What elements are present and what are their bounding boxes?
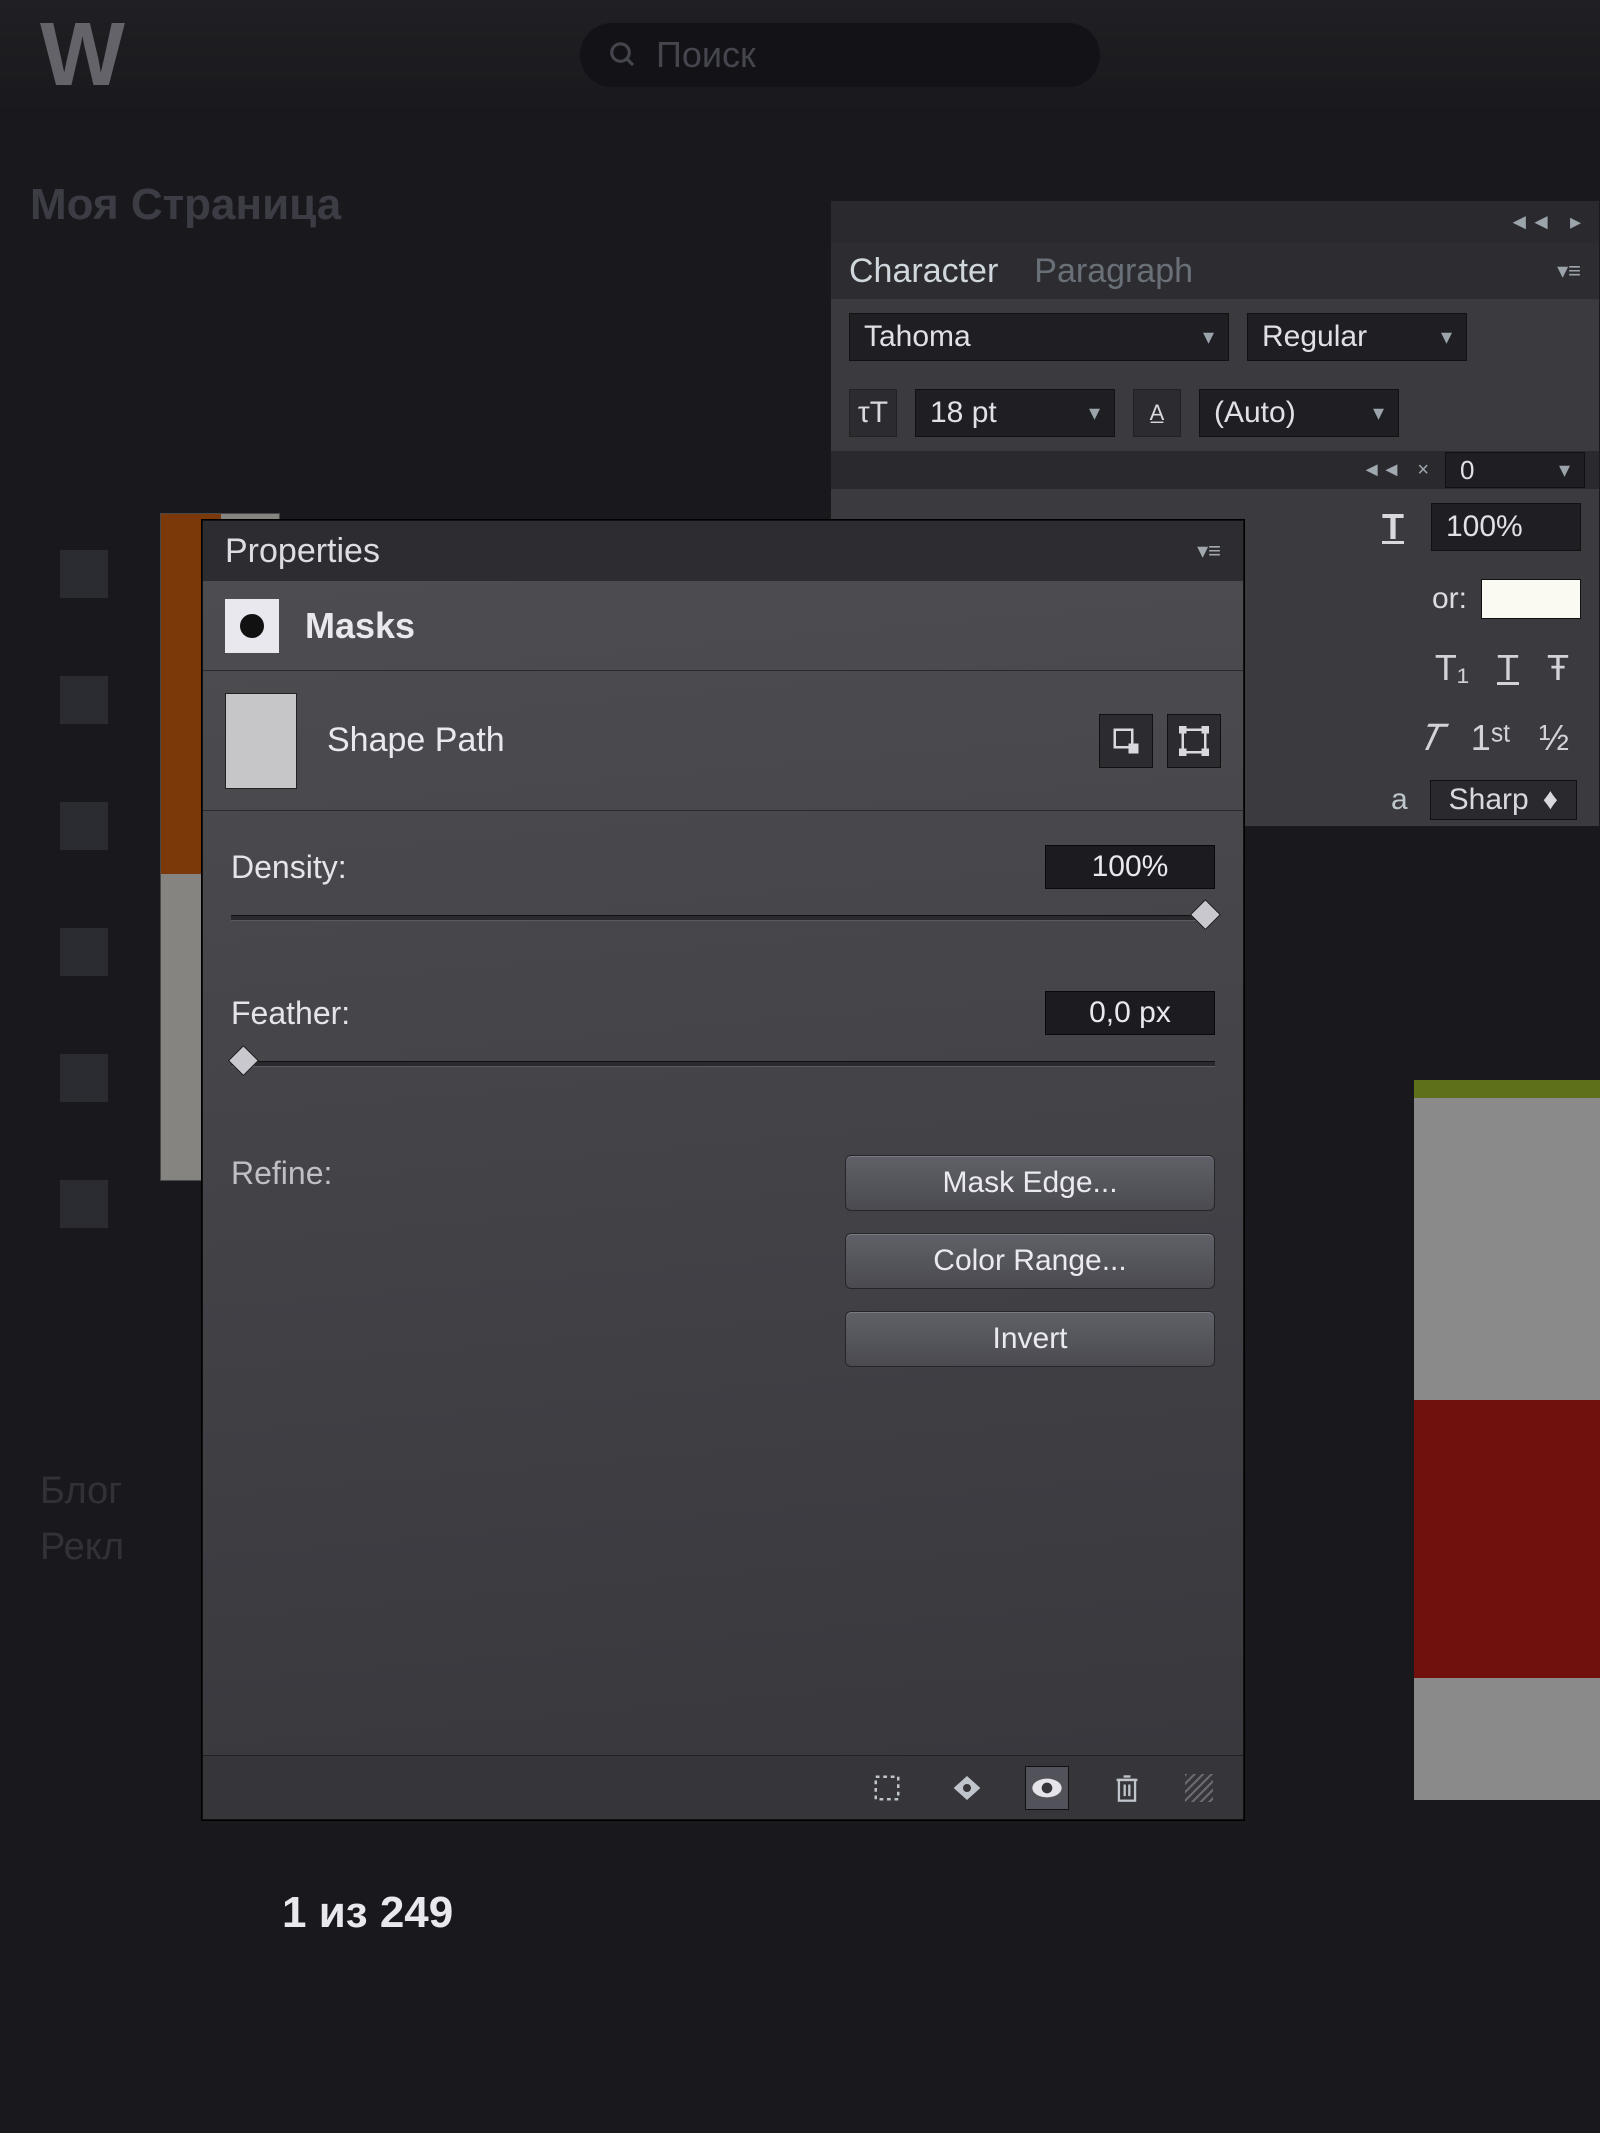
vk-icon-3[interactable] (60, 802, 108, 850)
vk-sidebar-icons (60, 550, 108, 1228)
refine-label: Refine: (231, 1155, 411, 1367)
aa-label: a (1391, 783, 1408, 817)
panel-close-icon[interactable]: ▸ (1570, 209, 1581, 235)
vk-search-bar[interactable]: Поиск (580, 23, 1100, 87)
density-label: Density: (231, 849, 347, 886)
tab-paragraph[interactable]: Paragraph (1034, 252, 1193, 291)
feather-value[interactable]: 0,0 px (1045, 991, 1215, 1035)
red-block (1414, 1400, 1600, 1678)
refine-section: Refine: Mask Edge... Color Range... Inve… (203, 1127, 1243, 1367)
font-style-select[interactable]: Regular (1247, 313, 1467, 361)
tracking-select[interactable]: 0 (1445, 452, 1585, 488)
mini-collapse-icon[interactable]: ◄◄ (1362, 459, 1402, 482)
chevron-updown-icon: ♦ (1543, 783, 1558, 817)
mask-edge-button[interactable]: Mask Edge... (845, 1155, 1215, 1211)
document-canvas-right (1414, 1080, 1600, 1800)
type-btn-italic[interactable]: 𝑇 (1420, 717, 1443, 760)
properties-flyout-icon[interactable]: ▾≡ (1197, 538, 1221, 564)
mini-close-icon[interactable]: × (1417, 459, 1429, 482)
invert-button[interactable]: Invert (845, 1311, 1215, 1367)
delete-mask-icon[interactable] (1105, 1766, 1149, 1810)
scale-field[interactable]: 100% (1431, 503, 1581, 551)
panel-collapse-icon[interactable]: ◄◄ (1508, 209, 1552, 235)
font-family-select[interactable]: Tahoma (849, 313, 1229, 361)
text-color-swatch[interactable] (1481, 579, 1581, 619)
search-icon (608, 40, 638, 70)
antialias-value: Sharp (1449, 783, 1529, 817)
leading-select[interactable]: (Auto) (1199, 389, 1399, 437)
type-btn-ordinal[interactable]: 1ˢᵗ (1471, 717, 1511, 760)
properties-title-label: Properties (225, 532, 380, 571)
type-btn-fraction[interactable]: ½ (1539, 717, 1569, 760)
color-label: or: (1432, 582, 1467, 616)
leading-icon: A̲ (1133, 389, 1181, 437)
vk-side-link-1[interactable]: Блог (40, 1470, 122, 1513)
vk-page-title: Моя Страница (30, 180, 341, 230)
tab-character[interactable]: Character (849, 252, 998, 291)
shape-path-label: Shape Path (327, 721, 505, 760)
mask-thumbnail-icon[interactable] (225, 599, 279, 653)
scale-value: 100% (1446, 510, 1523, 544)
color-range-button[interactable]: Color Range... (845, 1233, 1215, 1289)
font-style-value: Regular (1262, 320, 1367, 354)
vk-side-link-2[interactable]: Рекл (40, 1526, 124, 1569)
shape-swatch[interactable] (225, 693, 297, 789)
density-group: Density: 100% (203, 811, 1243, 941)
type-btn-3[interactable]: Ŧ (1547, 647, 1569, 689)
font-size-select[interactable]: 18 pt (915, 389, 1115, 437)
apply-mask-icon[interactable] (945, 1766, 989, 1810)
vk-icon-6[interactable] (60, 1180, 108, 1228)
vk-icon-5[interactable] (60, 1054, 108, 1102)
toggle-visibility-icon[interactable] (1025, 1766, 1069, 1810)
density-value[interactable]: 100% (1045, 845, 1215, 889)
properties-footer (203, 1755, 1243, 1819)
type-btn-1[interactable]: T₁ (1435, 647, 1469, 689)
vk-icon-4[interactable] (60, 928, 108, 976)
character-panel-tabs: Character Paragraph ▾≡ (831, 243, 1599, 299)
shape-path-row: Shape Path (203, 671, 1243, 811)
font-family-value: Tahoma (864, 320, 971, 354)
vk-search-placeholder: Поиск (656, 34, 756, 76)
masks-label: Masks (305, 605, 415, 647)
type-btn-2[interactable]: T (1497, 647, 1519, 689)
vk-icon-1[interactable] (60, 550, 108, 598)
vk-icon-2[interactable] (60, 676, 108, 724)
feather-label: Feather: (231, 995, 350, 1032)
vk-header: W Поиск (0, 0, 1600, 110)
load-selection-icon[interactable] (865, 1766, 909, 1810)
lime-strip (1414, 1080, 1600, 1098)
properties-panel-title[interactable]: Properties ▾≡ (203, 521, 1243, 581)
leading-value: (Auto) (1214, 396, 1296, 430)
masks-header: Masks (203, 581, 1243, 671)
font-size-icon: τT (849, 389, 897, 437)
image-counter: 1 из 249 (282, 1888, 453, 1938)
antialias-select[interactable]: Sharp ♦ (1430, 780, 1577, 820)
mini-titlebar[interactable]: ◄◄ × 0 (831, 451, 1599, 489)
scale-icon: T (1369, 503, 1417, 551)
add-mask-icon[interactable] (1099, 714, 1153, 768)
properties-panel: Properties ▾≡ Masks Shape Path Density: … (202, 520, 1244, 1820)
vector-mask-icon[interactable] (1167, 714, 1221, 768)
character-panel-titlebar[interactable]: ◄◄ ▸ (831, 201, 1599, 243)
density-slider[interactable] (231, 905, 1215, 931)
vk-logo: W (40, 4, 119, 107)
feather-slider[interactable] (231, 1051, 1215, 1077)
font-size-value: 18 pt (930, 396, 997, 430)
resize-grip-icon[interactable] (1185, 1774, 1213, 1802)
tracking-value: 0 (1460, 455, 1474, 486)
panel-flyout-icon[interactable]: ▾≡ (1557, 258, 1581, 284)
feather-group: Feather: 0,0 px (203, 941, 1243, 1087)
